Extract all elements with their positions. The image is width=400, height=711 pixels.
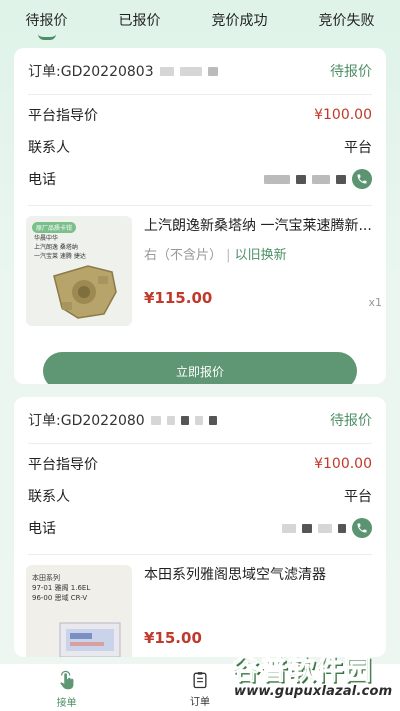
thumb-line: 本田系列: [32, 574, 60, 582]
thumb-caption: 华晨中华 上汽朗逸 桑塔纳 一汽宝莱 速腾 捷达: [34, 234, 86, 261]
quote-now-button[interactable]: 立即报价: [43, 352, 357, 384]
phone-row: 电话: [14, 163, 386, 195]
thumb-line: 上汽朗逸 桑塔纳: [34, 244, 78, 251]
redacted-mask: [338, 523, 346, 533]
clipboard-icon: [193, 672, 207, 689]
watermark-title: 谷普软件园: [232, 655, 372, 687]
status-tabs: 待报价 已报价 竞价成功 竞价失败: [0, 0, 400, 40]
product-title: 上汽朗逸新桑塔纳 一汽宝莱速腾新...: [144, 218, 372, 234]
phone-call-icon[interactable]: [352, 169, 372, 189]
nav-label: 接单: [56, 698, 77, 709]
guide-price-value: ¥100.00: [314, 107, 372, 123]
redacted-mask: [208, 415, 217, 425]
order-status: 待报价: [330, 64, 372, 80]
redacted-mask: [180, 415, 189, 425]
product-info: 上汽朗逸新桑塔纳 一汽宝莱速腾新... 右（不含片） | 以旧换新 ¥115.0…: [144, 216, 374, 326]
tab-bid-failed[interactable]: 竞价失败: [315, 4, 379, 36]
product-info: 本田系列雅阁思域空气滤清器 ¥15.00: [144, 565, 374, 657]
hand-tap-icon: [60, 670, 74, 690]
product-thumbnail: 原厂品质卡钳 华晨中华 上汽朗逸 桑塔纳 一汽宝莱 速腾 捷达: [26, 216, 132, 326]
redacted-mask: [282, 523, 296, 533]
redacted-mask: [336, 174, 346, 184]
thumb-line: 华晨中华: [34, 235, 59, 242]
redacted-mask: [159, 66, 174, 76]
site-watermark: 谷普软件园 www.gupuxlazal.com: [228, 648, 400, 711]
contact-row: 联系人 平台: [14, 131, 386, 163]
guide-price-value: ¥100.00: [314, 456, 372, 472]
phone-call-icon[interactable]: [352, 518, 372, 538]
order-status: 待报价: [330, 413, 372, 429]
redacted-mask: [318, 523, 332, 533]
redacted-mask: [166, 415, 175, 425]
redacted-mask: [179, 66, 202, 76]
thumb-badge: 原厂品质卡钳: [32, 222, 77, 233]
phone-label: 电话: [28, 521, 56, 537]
redacted-mask: [264, 174, 290, 184]
air-filter-box-image: [59, 622, 121, 657]
tab-label: 待报价: [25, 13, 68, 29]
product-item[interactable]: 原厂品质卡钳 华晨中华 上汽朗逸 桑塔纳 一汽宝莱 速腾 捷达 上汽朗逸新桑塔纳…: [14, 206, 386, 332]
product-spec: 右（不含片） | 以旧换新: [144, 248, 287, 263]
order-card[interactable]: 订单:GD2022080 待报价 平台指导价 ¥100.00 联系人 平台 电话: [14, 397, 386, 657]
product-thumbnail: 本田系列 97-01 雅阁 1.6EL 96-00 思域 CR-V: [26, 565, 132, 657]
order-number: 订单:GD20220803: [28, 64, 154, 80]
order-number-group: 订单:GD20220803: [28, 61, 218, 81]
redacted-mask: [150, 415, 161, 425]
thumb-caption: 本田系列 97-01 雅阁 1.6EL 96-00 思域 CR-V: [32, 573, 90, 603]
redacted-mask: [312, 174, 330, 184]
product-quantity: x1: [368, 296, 382, 309]
phone-value-group: [258, 169, 372, 189]
product-spec-text: 右（不含片）: [144, 248, 223, 263]
nav-label: 订单: [189, 697, 210, 708]
phone-label: 电话: [28, 172, 56, 188]
order-header: 订单:GD20220803 待报价: [14, 48, 386, 94]
thumb-line: 一汽宝莱 速腾 捷达: [34, 253, 86, 260]
guide-price-label: 平台指导价: [28, 457, 98, 473]
contact-row: 联系人 平台: [14, 480, 386, 512]
phone-value-group: [276, 518, 372, 538]
redacted-mask: [302, 523, 312, 533]
divider: [28, 94, 372, 95]
thumb-line: 96-00 思域 CR-V: [32, 594, 88, 602]
active-tab-indicator: [37, 34, 56, 40]
order-number: 订单:GD2022080: [28, 413, 145, 429]
guide-price-label: 平台指导价: [28, 108, 98, 124]
tab-pending-quote[interactable]: 待报价: [22, 4, 72, 40]
order-number-group: 订单:GD2022080: [28, 410, 217, 430]
watermark-url: www.gupuxlazal.com: [234, 684, 393, 699]
order-card[interactable]: 订单:GD20220803 待报价 平台指导价 ¥100.00 联系人 平台 电…: [14, 48, 386, 384]
phone-row: 电话: [14, 512, 386, 544]
contact-label: 联系人: [28, 140, 70, 156]
thumb-line: 97-01 雅阁 1.6EL: [32, 584, 91, 592]
product-price: ¥15.00: [144, 629, 202, 647]
exchange-tag: 以旧换新: [234, 248, 287, 263]
guide-price-row: 平台指导价 ¥100.00: [14, 448, 386, 480]
product-title: 本田系列雅阁思域空气滤清器: [144, 567, 326, 583]
contact-value: 平台: [344, 140, 372, 156]
guide-price-row: 平台指导价 ¥100.00: [14, 99, 386, 131]
divider: [28, 443, 372, 444]
tab-label: 已报价: [118, 13, 161, 29]
tab-label: 竞价成功: [211, 13, 268, 29]
brake-caliper-image: [53, 265, 117, 319]
redacted-mask: [207, 66, 218, 76]
contact-value: 平台: [344, 489, 372, 505]
product-price: ¥115.00: [144, 289, 213, 307]
tab-bid-success[interactable]: 竞价成功: [208, 4, 272, 36]
redacted-mask: [296, 174, 306, 184]
nav-item-accept-orders[interactable]: 接单: [27, 670, 107, 709]
tab-label: 竞价失败: [318, 13, 375, 29]
tab-quoted[interactable]: 已报价: [115, 4, 165, 36]
product-item[interactable]: 本田系列 97-01 雅阁 1.6EL 96-00 思域 CR-V 本田系列雅阁…: [14, 555, 386, 657]
contact-label: 联系人: [28, 489, 70, 505]
redacted-mask: [194, 415, 203, 425]
order-header: 订单:GD2022080 待报价: [14, 397, 386, 443]
